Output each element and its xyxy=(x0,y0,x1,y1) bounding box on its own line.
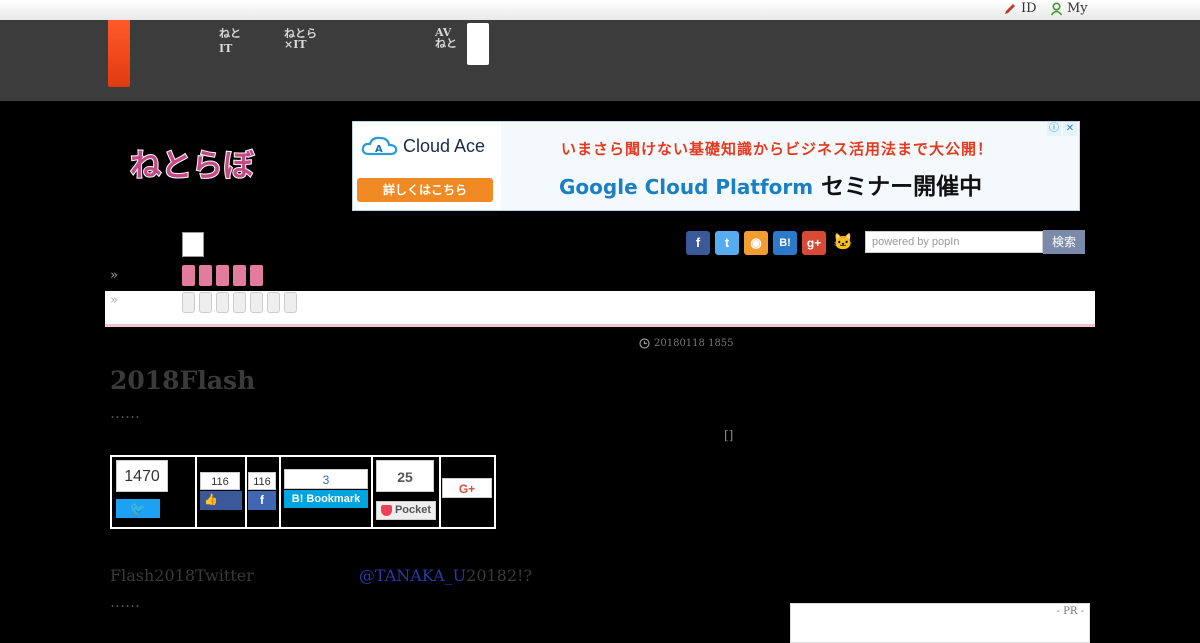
category-tab[interactable] xyxy=(250,265,263,286)
global-nav-item[interactable]: ねと IT xyxy=(219,28,241,54)
paragraph-text: 20182!? xyxy=(466,566,533,585)
article-lead: …… xyxy=(110,404,140,422)
photo-credit-bracket: [] xyxy=(724,428,734,442)
clock-icon xyxy=(639,338,650,349)
article-date-text: 20180118 1855 xyxy=(654,338,734,349)
rss-icon[interactable]: ◉ xyxy=(744,231,768,255)
my-label: My xyxy=(1067,1,1088,16)
category-tab[interactable] xyxy=(233,265,246,286)
search-button[interactable]: 検索 xyxy=(1043,230,1085,254)
googleplus-icon[interactable]: g+ xyxy=(802,231,826,255)
category-nav-box[interactable] xyxy=(182,232,204,257)
pocket-label: Pocket xyxy=(394,504,432,516)
category-tabs xyxy=(182,265,263,286)
top-utility-bar: ID My xyxy=(0,0,1200,20)
googleplus-share[interactable]: G+ xyxy=(441,457,494,527)
twitter-icon[interactable]: t xyxy=(715,231,739,255)
pocket-save[interactable]: 25 Pocket xyxy=(373,457,441,527)
twitter-share[interactable]: 1470 🐦 xyxy=(112,457,197,527)
ad-brand-name: Cloud Ace xyxy=(403,135,486,156)
thumbs-up-icon: 👍 xyxy=(200,491,242,510)
facebook-share-count: 116 xyxy=(248,472,276,490)
subcategory-tab[interactable] xyxy=(199,292,212,313)
nav-item-line: ねと xyxy=(435,37,457,50)
nav-item-line: IT xyxy=(219,42,233,55)
subcategory-tab[interactable] xyxy=(267,292,280,313)
user-icon xyxy=(1050,1,1063,15)
global-nav-item[interactable]: AV ねと xyxy=(435,27,457,49)
category-tab[interactable] xyxy=(216,265,229,286)
id-label: ID xyxy=(1021,1,1037,16)
twitter-user-link[interactable]: @TANAKA_U xyxy=(359,566,466,585)
pocket-count: 25 xyxy=(376,460,434,492)
article-paragraph: Flash2018Twitter @TANAKA_U20182!? xyxy=(110,566,532,585)
facebook-icon[interactable]: f xyxy=(686,231,710,255)
sidebar-pr-box[interactable]: - PR - xyxy=(790,603,1090,643)
ad-subline: Google Cloud Platform セミナー開催中 xyxy=(559,167,982,201)
ad-controls: ⓘ ✕ xyxy=(1047,122,1077,136)
ad-brand-panel: A Cloud Ace 詳しくはこちら xyxy=(353,122,501,210)
global-nav-item[interactable]: ねとら ×IT xyxy=(284,28,317,50)
facebook-f-icon: f xyxy=(248,491,276,510)
share-buttons: 1470 🐦 116 👍 116 f 3 B! Bookmark 25 Pock… xyxy=(110,455,496,529)
hatena-count: 3 xyxy=(284,469,368,489)
nav-item-line: ねと xyxy=(219,27,241,40)
subcategory-tabs xyxy=(182,292,297,313)
global-nav-search-box[interactable] xyxy=(467,23,489,65)
site-search: powered by popIn 検索 xyxy=(865,230,1085,254)
nav-item-line: ×IT xyxy=(284,38,307,51)
ad-product: Google Cloud Platform xyxy=(559,175,814,199)
article-title: 2018Flash xyxy=(110,366,256,395)
banner-ad[interactable]: A Cloud Ace 詳しくはこちら いまさら聞けない基礎知識からビジネス活用… xyxy=(352,121,1080,211)
category-tab[interactable] xyxy=(182,265,195,286)
ad-details-button[interactable]: 詳しくはこちら xyxy=(357,178,493,202)
global-nav: ねと IT ねとら ×IT AV ねと xyxy=(0,20,1200,101)
hatena-icon[interactable]: B! xyxy=(773,231,797,255)
pocket-button: Pocket xyxy=(376,501,436,520)
my-link[interactable]: My xyxy=(1050,1,1088,16)
search-input[interactable]: powered by popIn xyxy=(865,231,1043,253)
breadcrumb-marker: » xyxy=(110,293,118,308)
article-trail: …… xyxy=(110,593,140,611)
facebook-share[interactable]: 116 f xyxy=(247,457,281,527)
pocket-icon xyxy=(380,505,392,516)
ad-headline: いまさら聞けない基礎知識からビジネス活用法まで大公開！ xyxy=(561,140,994,158)
pencil-icon xyxy=(1005,3,1015,14)
id-link[interactable]: ID xyxy=(1003,1,1037,16)
twitter-count: 1470 xyxy=(116,460,168,492)
googleplus-label: G+ xyxy=(442,478,492,498)
subcategory-tab[interactable] xyxy=(216,292,229,313)
cloud-icon: A xyxy=(361,136,398,156)
nlab-logo[interactable]: ねとらぼ xyxy=(128,138,258,190)
article-date: 20180118 1855 xyxy=(639,338,734,349)
pr-label: - PR - xyxy=(1056,606,1084,617)
category-tab[interactable] xyxy=(199,265,212,286)
ad-close-icon[interactable]: ✕ xyxy=(1063,122,1077,136)
subcategory-tab[interactable] xyxy=(250,292,263,313)
cloud-ace-logo: A Cloud Ace xyxy=(361,134,485,158)
subcategory-tab[interactable] xyxy=(182,292,195,313)
facebook-like[interactable]: 116 👍 xyxy=(197,457,247,527)
svg-text:ねとらぼ: ねとらぼ xyxy=(130,148,255,184)
paragraph-text: Flash2018Twitter xyxy=(110,566,254,585)
subcategory-tab[interactable] xyxy=(284,292,297,313)
twitter-bird-icon: 🐦 xyxy=(116,499,160,518)
social-follow-icons: f t ◉ B! g+ 🐱 xyxy=(686,231,855,255)
breadcrumb-marker: » xyxy=(110,268,118,283)
cat-icon[interactable]: 🐱 xyxy=(831,231,855,255)
subcategory-tab[interactable] xyxy=(233,292,246,313)
facebook-like-count: 116 xyxy=(200,472,240,490)
hatena-bookmark[interactable]: 3 B! Bookmark xyxy=(281,457,373,527)
ad-event: セミナー開催中 xyxy=(821,174,983,200)
svg-text:A: A xyxy=(375,144,383,155)
itmedia-brand-tab[interactable] xyxy=(108,20,130,87)
ad-info-icon[interactable]: ⓘ xyxy=(1047,122,1061,136)
hatena-bookmark-label: B! Bookmark xyxy=(284,490,368,508)
